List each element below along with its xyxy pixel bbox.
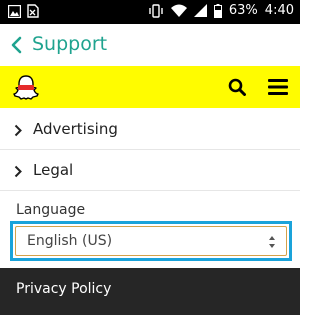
language-selected-value: English (US) xyxy=(27,233,113,249)
chevron-right-icon xyxy=(14,124,22,137)
section-advertising[interactable]: Advertising xyxy=(0,110,300,150)
chevron-left-icon[interactable] xyxy=(10,36,22,54)
page-title: Support xyxy=(32,33,108,55)
privacy-policy-link[interactable]: Privacy Policy xyxy=(16,281,111,297)
sim-icon xyxy=(27,4,39,18)
select-arrows-icon xyxy=(269,236,275,248)
signal-icon xyxy=(193,4,207,17)
image-icon xyxy=(8,4,21,18)
language-select[interactable]: English (US) xyxy=(15,226,287,256)
status-right-icons: 63% 4:40 xyxy=(148,3,294,18)
search-icon[interactable] xyxy=(228,78,246,96)
vibrate-icon xyxy=(149,3,163,18)
snapchat-ghost-icon[interactable] xyxy=(13,73,39,101)
site-header xyxy=(0,66,300,108)
section-label: Advertising xyxy=(33,120,118,138)
app-bar: Support xyxy=(0,24,300,66)
clock: 4:40 xyxy=(264,3,294,18)
language-label: Language xyxy=(16,202,86,218)
battery-percent: 63% xyxy=(228,3,258,18)
section-label: Legal xyxy=(33,161,74,179)
battery-icon xyxy=(213,3,222,18)
wifi-icon xyxy=(170,4,187,17)
footer: Privacy Policy xyxy=(0,268,300,315)
chevron-right-icon xyxy=(14,165,22,178)
status-bar: 63% 4:40 xyxy=(0,0,300,24)
hamburger-menu-icon[interactable] xyxy=(268,79,288,95)
status-left-icons xyxy=(8,4,39,18)
section-legal[interactable]: Legal xyxy=(0,151,300,191)
